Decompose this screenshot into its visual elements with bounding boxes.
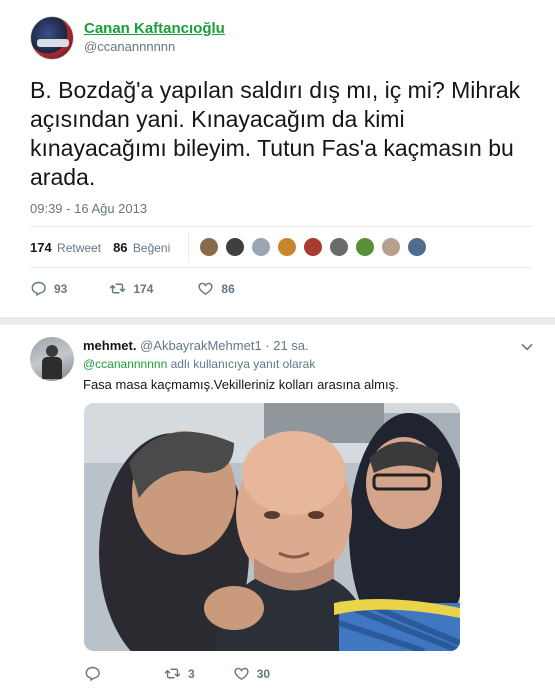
reply-time[interactable]: · 21 sa. xyxy=(265,338,308,353)
heart-icon xyxy=(198,282,213,295)
retweet-button[interactable]: 174 xyxy=(109,280,153,297)
retweet-stat-label: Retweet xyxy=(57,240,102,255)
heart-icon xyxy=(234,667,249,680)
retweet-icon xyxy=(110,283,126,294)
stat-divider xyxy=(188,232,190,262)
reply-context: @ccanannnnnn adlı kullanıcıya yanıt olar… xyxy=(83,357,315,371)
liker-avatar[interactable] xyxy=(225,237,246,257)
retweet-count: 174 xyxy=(133,281,154,296)
liker-avatar[interactable] xyxy=(251,237,272,257)
reply-icon xyxy=(85,666,100,682)
liker-avatar[interactable] xyxy=(199,237,220,257)
liker-avatar[interactable] xyxy=(407,237,428,257)
reply-icon xyxy=(31,281,46,297)
tweet-text: B. Bozdağ'a yapılan saldırı dış mı, iç m… xyxy=(30,77,521,190)
reply-button[interactable]: 93 xyxy=(30,280,67,297)
liker-avatar[interactable] xyxy=(303,237,324,257)
display-name[interactable]: Canan Kaftancıoğlu xyxy=(84,20,225,38)
reply-avatar[interactable] xyxy=(30,337,74,381)
retweet-stat[interactable]: 174 Retweet xyxy=(30,240,101,255)
reply-retweet-button[interactable]: 3 xyxy=(164,665,195,682)
tweet-actions: 93 174 86 xyxy=(30,280,235,297)
like-stat-label: Beğeni xyxy=(132,240,171,255)
reply-header: mehmet. @AkbayrakMehmet1 · 21 sa. xyxy=(83,337,309,355)
reply-screen-name[interactable]: @AkbayrakMehmet1 xyxy=(140,338,262,353)
like-button[interactable]: 86 xyxy=(197,280,235,297)
like-stat-count: 86 xyxy=(113,239,128,255)
liker-avatars xyxy=(199,237,433,257)
avatar[interactable] xyxy=(30,16,74,60)
like-stat[interactable]: 86 Beğeni xyxy=(113,240,170,255)
tweet-stats: 174 Retweet 86 Beğeni xyxy=(30,226,532,268)
liker-avatar[interactable] xyxy=(381,237,402,257)
reply-context-label: adlı kullanıcıya yanıt olarak xyxy=(170,357,316,371)
reply-photo[interactable] xyxy=(84,403,460,651)
tweet-timestamp[interactable]: 09:39 - 16 Ağu 2013 xyxy=(30,201,147,216)
reply-text: Fasa masa kaçmamış.Vekilleriniz kolları … xyxy=(83,377,399,392)
liker-avatar[interactable] xyxy=(329,237,350,257)
chevron-down-icon[interactable] xyxy=(521,341,533,353)
tweet-author[interactable]: Canan Kaftancıoğlu @ccanannnnnn xyxy=(30,16,225,60)
section-divider xyxy=(0,317,555,325)
retweet-icon xyxy=(164,668,181,679)
reply-actions: 3 30 xyxy=(84,665,270,682)
liker-avatar[interactable] xyxy=(277,237,298,257)
reply-retweet-count: 3 xyxy=(188,666,195,681)
reply-like-button[interactable]: 30 xyxy=(233,665,270,682)
screen-name[interactable]: @ccanannnnnn xyxy=(84,38,225,56)
photo-illustration xyxy=(84,403,460,651)
retweet-stat-count: 174 xyxy=(30,239,52,255)
reply-count: 93 xyxy=(54,281,68,296)
like-count: 86 xyxy=(221,281,235,296)
liker-avatar[interactable] xyxy=(355,237,376,257)
reply-display-name[interactable]: mehmet. xyxy=(83,338,136,353)
reply-like-count: 30 xyxy=(256,666,271,681)
reply-mention-link[interactable]: @ccanannnnnn xyxy=(83,357,167,371)
reply-reply-button[interactable] xyxy=(84,665,108,682)
